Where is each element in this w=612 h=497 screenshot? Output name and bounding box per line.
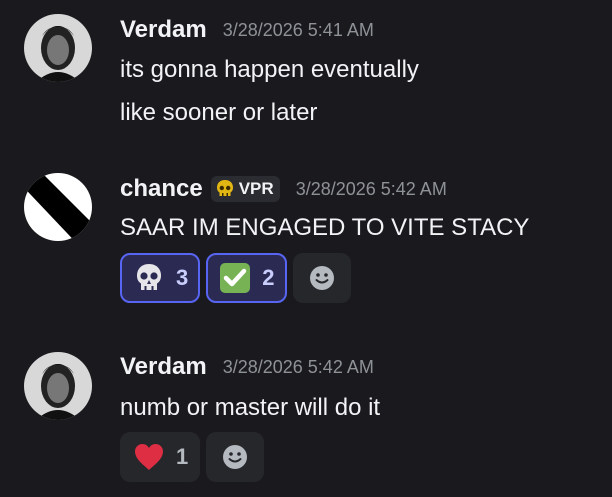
add-reaction-button[interactable] (292, 253, 351, 303)
reactions-bar: 1 (120, 432, 265, 482)
add-reaction-button[interactable] (206, 432, 265, 482)
message-header: chance VPR 3/28/2026 5:42 AM (120, 174, 447, 204)
reaction-heart[interactable]: 1 (120, 432, 201, 482)
message-text: like sooner or later (120, 99, 318, 126)
timestamp: 3/28/2026 5:41 AM (222, 19, 374, 40)
user-avatar-icon (24, 352, 92, 420)
check-icon (220, 263, 251, 293)
username[interactable]: Verdam (120, 16, 207, 44)
reaction-skull[interactable]: 3 (120, 253, 201, 303)
server-tag-label: VPR (238, 179, 274, 198)
message-header: Verdam 3/28/2026 5:41 AM (120, 15, 374, 45)
timestamp: 3/28/2026 5:42 AM (222, 356, 374, 377)
skull-icon (216, 180, 233, 196)
username[interactable]: Verdam (120, 353, 207, 381)
message-text: numb or master will do it (120, 394, 381, 421)
avatar[interactable] (24, 173, 92, 241)
reaction-count: 3 (176, 265, 189, 290)
skull-icon (137, 264, 161, 290)
reaction-count: 1 (176, 444, 189, 469)
smiley-icon (223, 445, 248, 469)
avatar[interactable] (24, 352, 92, 420)
timestamp: 3/28/2026 5:42 AM (295, 178, 447, 199)
user-avatar-icon (24, 173, 92, 241)
user-avatar-icon (24, 14, 92, 82)
avatar[interactable] (24, 14, 92, 82)
reaction-count: 2 (262, 265, 275, 290)
message-text: its gonna happen eventually (120, 56, 419, 83)
username[interactable]: chance (120, 175, 203, 203)
server-tag[interactable]: VPR (210, 176, 280, 202)
smiley-icon (309, 266, 334, 290)
message-header: Verdam 3/28/2026 5:42 AM (120, 352, 374, 382)
reaction-check[interactable]: 2 (206, 253, 287, 303)
message-text: SAAR IM ENGAGED TO VITE STACY (120, 214, 530, 241)
reactions-bar: 3 2 (120, 253, 351, 303)
heart-icon (135, 444, 163, 470)
